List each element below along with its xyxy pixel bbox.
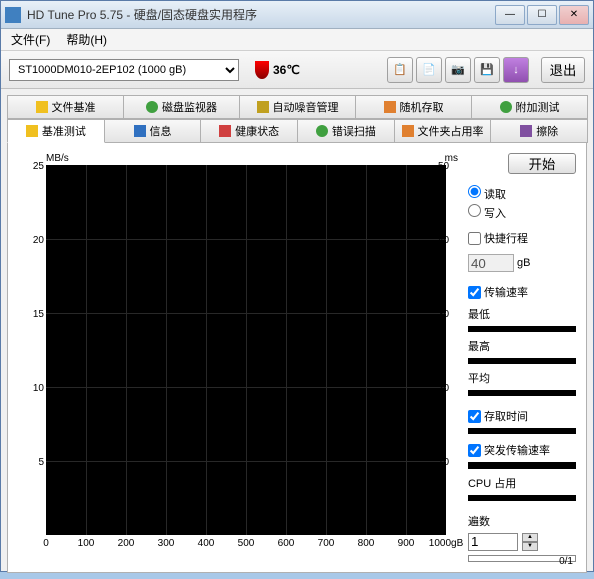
checkbox-access[interactable]: [468, 410, 481, 423]
spinner-down[interactable]: ▼: [522, 542, 538, 551]
close-button[interactable]: ✕: [559, 5, 589, 25]
speaker-icon: [257, 101, 269, 113]
value-burst: [468, 462, 576, 468]
tab-file-benchmark[interactable]: 文件基准: [7, 95, 124, 119]
info-icon: [134, 125, 146, 137]
copy-screenshot-button[interactable]: 📄: [416, 57, 442, 83]
checkbox-burst[interactable]: [468, 444, 481, 457]
extra-icon: [500, 101, 512, 113]
health-icon: [219, 125, 231, 137]
screenshot-button[interactable]: 📷: [445, 57, 471, 83]
checkbox-transfer[interactable]: [468, 286, 481, 299]
radio-write[interactable]: 写入: [468, 203, 576, 222]
tab-disk-monitor[interactable]: 磁盘监视器: [123, 95, 240, 119]
benchmark-chart: MB/s ms 25 20 15 10 5 50 40 30 20 10 0 1…: [18, 153, 458, 563]
options-button[interactable]: ↓: [503, 57, 529, 83]
bulb-icon: [36, 101, 48, 113]
copy-info-button[interactable]: 📋: [387, 57, 413, 83]
menu-help[interactable]: 帮助(H): [62, 29, 111, 50]
label-min: 最低: [468, 306, 576, 322]
value-avg: [468, 390, 576, 396]
tab-error-scan[interactable]: 错误扫描: [297, 119, 395, 143]
random-icon: [384, 101, 396, 113]
tab-health[interactable]: 健康状态: [200, 119, 298, 143]
thermometer-icon: [255, 61, 269, 79]
scan-icon: [316, 125, 328, 137]
spinner-up[interactable]: ▲: [522, 533, 538, 542]
app-icon: [5, 7, 21, 23]
value-min: [468, 326, 576, 332]
bulb-icon: [26, 125, 38, 137]
menu-file[interactable]: 文件(F): [7, 29, 54, 50]
quick-value-input[interactable]: [468, 254, 514, 272]
save-button[interactable]: 💾: [474, 57, 500, 83]
exit-button[interactable]: 退出: [541, 57, 585, 83]
tab-aam[interactable]: 自动噪音管理: [239, 95, 356, 119]
label-cpu: CPU 占用: [468, 475, 576, 491]
tab-extra-tests[interactable]: 附加测试: [471, 95, 588, 119]
temperature-value: 36℃: [273, 63, 300, 77]
maximize-button[interactable]: ☐: [527, 5, 557, 25]
minimize-button[interactable]: —: [495, 5, 525, 25]
progress-bar: 0/1: [468, 555, 576, 562]
folder-icon: [402, 125, 414, 137]
tab-folder-usage[interactable]: 文件夹占用率: [394, 119, 492, 143]
start-button[interactable]: 开始: [508, 153, 576, 174]
label-iterations: 遍数: [468, 513, 576, 529]
y-axis-left-label: MB/s: [46, 153, 69, 164]
value-cpu: [468, 495, 576, 501]
tab-erase[interactable]: 擦除: [490, 119, 588, 143]
iterations-input[interactable]: [468, 533, 518, 551]
radio-read[interactable]: 读取: [468, 184, 576, 203]
label-max: 最高: [468, 338, 576, 354]
tab-info[interactable]: 信息: [104, 119, 202, 143]
window-title: HD Tune Pro 5.75 - 硬盘/固态硬盘实用程序: [27, 6, 495, 23]
erase-icon: [520, 125, 532, 137]
value-max: [468, 358, 576, 364]
tab-random-access[interactable]: 随机存取: [355, 95, 472, 119]
tab-benchmark[interactable]: 基准测试: [7, 119, 105, 143]
drive-select[interactable]: ST1000DM010-2EP102 (1000 gB): [9, 59, 239, 81]
label-avg: 平均: [468, 370, 576, 386]
monitor-icon: [146, 101, 158, 113]
checkbox-quick[interactable]: [468, 232, 481, 245]
value-access: [468, 428, 576, 434]
